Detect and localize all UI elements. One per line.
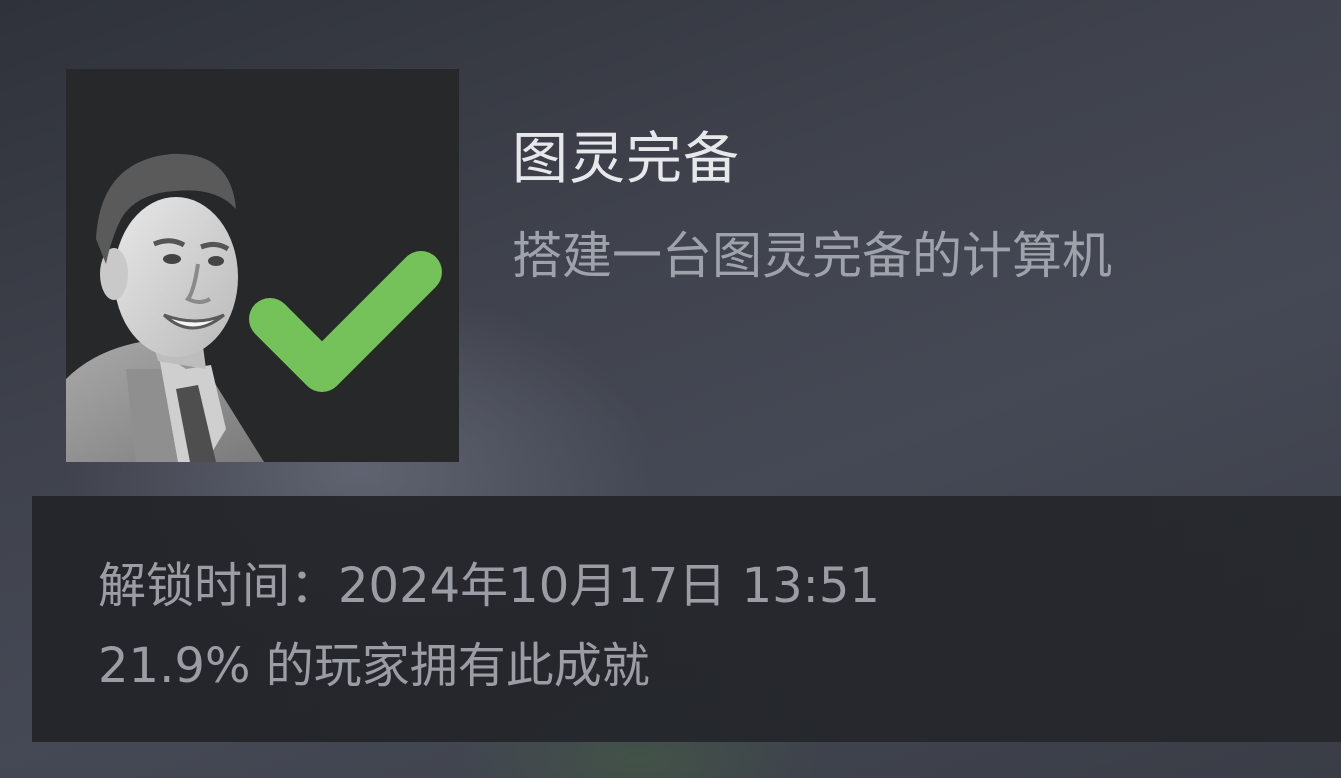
checkmark-icon [249,251,442,392]
global-percentage-text: 的玩家拥有此成就 [250,638,650,694]
global-percentage: 21.9% [98,638,251,694]
unlock-label: 解锁时间： [98,558,339,614]
achievement-icon [66,69,459,462]
achievement-description: 搭建一台图灵完备的计算机 [512,227,1112,285]
portrait-image [66,153,264,462]
achievement-info-panel: 解锁时间：2024年10月17日 13:51 21.9% 的玩家拥有此成就 [32,496,1341,742]
achievement-title: 图灵完备 [512,127,740,192]
unlock-time-line: 解锁时间：2024年10月17日 13:51 [98,546,880,616]
achievement-card: 图灵完备 搭建一台图灵完备的计算机 解锁时间：2024年10月17日 13:51… [0,0,1341,778]
unlock-time: 2024年10月17日 13:51 [338,558,880,614]
global-percentage-line: 21.9% 的玩家拥有此成就 [98,626,650,696]
